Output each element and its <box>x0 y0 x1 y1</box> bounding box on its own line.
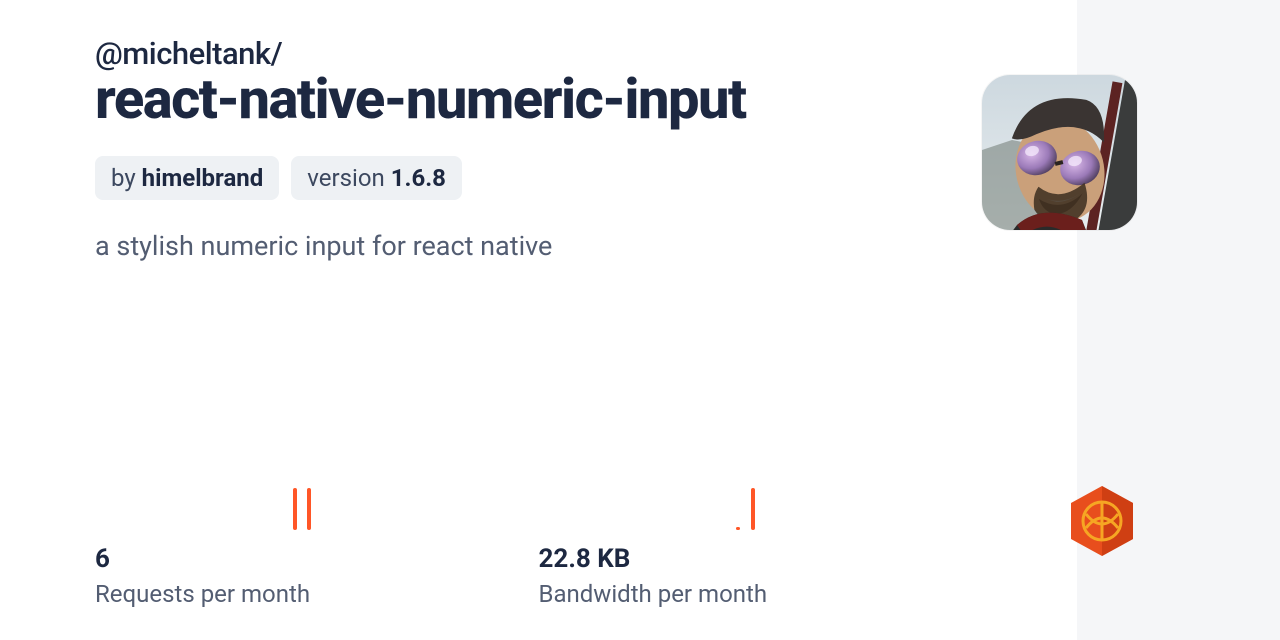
bandwidth-value: 22.8 KB <box>539 544 983 574</box>
version-prefix: version <box>307 164 390 192</box>
author-name: himelbrand <box>142 164 264 192</box>
stat-bandwidth: 22.8 KB Bandwidth per month <box>539 450 983 608</box>
package-card: @micheltank/ react-native-numeric-input … <box>0 0 1077 640</box>
author-prefix: by <box>111 164 142 192</box>
jsdelivr-logo-icon <box>1069 484 1135 558</box>
version-badge: version 1.6.8 <box>291 156 462 200</box>
bandwidth-sparkline <box>539 450 983 530</box>
package-name: react-native-numeric-input <box>95 66 982 132</box>
requests-sparkline <box>95 450 539 530</box>
author-badge: by himelbrand <box>95 156 279 200</box>
avatar-image-icon <box>982 75 1137 230</box>
requests-label: Requests per month <box>95 580 539 608</box>
author-avatar <box>982 75 1137 230</box>
package-description: a stylish numeric input for react native <box>95 230 982 262</box>
stat-requests: 6 Requests per month <box>95 450 539 608</box>
badge-row: by himelbrand version 1.6.8 <box>95 156 982 200</box>
bandwidth-label: Bandwidth per month <box>539 580 983 608</box>
requests-value: 6 <box>95 544 539 574</box>
stats-row: 6 Requests per month 22.8 KB Bandwidth p… <box>95 450 982 608</box>
version-value: 1.6.8 <box>391 164 446 192</box>
